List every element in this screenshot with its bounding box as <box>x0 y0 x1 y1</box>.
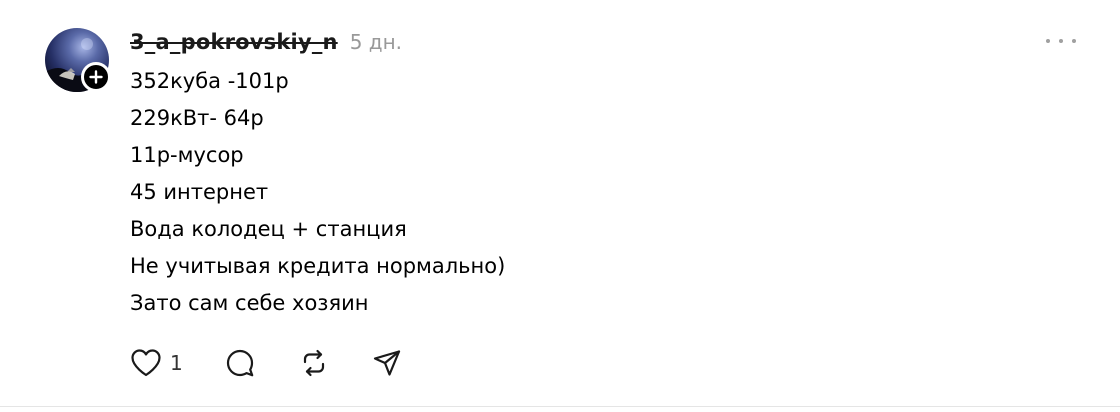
repost-button[interactable] <box>299 348 329 378</box>
post-text-line: Вода колодец + станция <box>130 217 407 241</box>
like-count: 1 <box>170 351 183 375</box>
avatar-container <box>45 28 111 92</box>
send-icon <box>373 350 400 376</box>
reply-button[interactable] <box>225 348 255 378</box>
like-button[interactable]: 1 <box>130 348 183 378</box>
follow-button[interactable] <box>81 62 111 92</box>
post-text-line: 352куба -101р <box>130 69 289 93</box>
post-text-line: 11р-мусор <box>130 143 244 167</box>
more-horizontal-icon-dot <box>1059 39 1063 43</box>
share-button[interactable] <box>372 348 402 378</box>
thread-post: 3_a_pokrovskiy_n 5 дн. 352куба -101р 229… <box>0 0 1120 408</box>
repost-icon <box>303 349 324 377</box>
more-options-button[interactable] <box>1046 30 1076 52</box>
post-timestamp[interactable]: 5 дн. <box>350 30 402 54</box>
post-body: 352куба -101р 229кВт- 64р 11р-мусор 45 и… <box>130 63 1030 322</box>
post-text-line: Не учитывая кредита нормально) <box>130 254 506 278</box>
more-horizontal-icon-dot <box>1072 39 1076 43</box>
post-text-line: 229кВт- 64р <box>130 106 264 130</box>
post-header: 3_a_pokrovskiy_n 5 дн. <box>130 26 402 58</box>
post-actions: 1 <box>130 346 402 380</box>
post-text-line: Зато сам себе хозяин <box>130 291 369 315</box>
heart-icon <box>131 349 161 377</box>
username-link[interactable]: 3_a_pokrovskiy_n <box>130 30 338 54</box>
post-text-line: 45 интернет <box>130 180 269 204</box>
plus-icon <box>89 70 103 84</box>
more-horizontal-icon <box>1046 39 1050 43</box>
post-divider <box>0 406 1120 407</box>
comment-icon <box>226 349 254 377</box>
